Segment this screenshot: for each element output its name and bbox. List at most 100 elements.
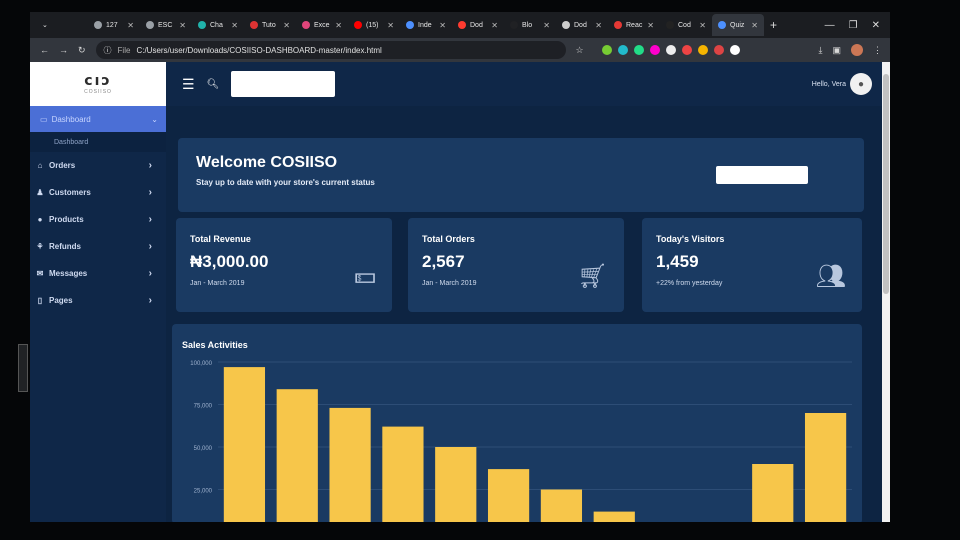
chart-bar[interactable] bbox=[752, 464, 794, 522]
browser-tab[interactable]: Cha ✕ bbox=[192, 14, 244, 36]
extension-icon[interactable] bbox=[633, 45, 644, 55]
browser-tab[interactable]: 127 ✕ bbox=[88, 14, 140, 36]
chart-bar[interactable] bbox=[329, 407, 371, 522]
browser-tab[interactable]: ESC ✕ bbox=[140, 14, 192, 36]
chart-bar[interactable] bbox=[223, 367, 266, 522]
profile-avatar[interactable] bbox=[851, 44, 863, 56]
extension-icon[interactable] bbox=[697, 45, 708, 55]
extension-icon[interactable] bbox=[713, 45, 724, 55]
browser-tab[interactable]: Inde ✕ bbox=[400, 14, 452, 36]
chevron-right-icon: › bbox=[148, 214, 152, 225]
minimize-icon[interactable]: — bbox=[825, 20, 835, 31]
sidebar-subitem-dashboard[interactable]: Dashboard bbox=[30, 132, 166, 152]
browser-tab[interactable]: Reac ✕ bbox=[608, 14, 660, 36]
chevron-right-icon: › bbox=[148, 241, 152, 252]
sidebar-item-customers[interactable]: ♟ Customers › bbox=[30, 179, 166, 206]
extension-icon[interactable] bbox=[665, 45, 676, 55]
url-text: C:/Users/user/Downloads/COSIISO-DASHBOAR… bbox=[136, 45, 382, 55]
browser-tab[interactable]: Dod ✕ bbox=[556, 14, 608, 36]
tab-close-icon[interactable]: ✕ bbox=[335, 21, 342, 30]
browser-tab[interactable]: Tuto ✕ bbox=[244, 14, 296, 36]
sidebar-item-dashboard[interactable]: ▭ Dashboard ⌄ bbox=[30, 106, 166, 132]
dashboard-icon: ▭ bbox=[40, 114, 48, 124]
tab-close-icon[interactable]: ✕ bbox=[387, 21, 394, 30]
browser-tab[interactable]: Blo ✕ bbox=[504, 14, 556, 36]
browser-tab[interactable]: Exce ✕ bbox=[296, 14, 348, 36]
hamburger-menu-icon[interactable]: ☰ bbox=[182, 76, 195, 93]
search-input[interactable] bbox=[231, 71, 336, 97]
logo[interactable]: cıɔ COSIISO bbox=[30, 62, 166, 106]
tab-close-icon[interactable]: ✕ bbox=[283, 21, 290, 30]
messages-icon: ✉ bbox=[36, 269, 44, 278]
tab-close-icon[interactable]: ✕ bbox=[699, 21, 706, 30]
browser-menu-icon[interactable]: ⋮ bbox=[873, 45, 890, 56]
chevron-down-icon: ⌄ bbox=[151, 114, 158, 124]
welcome-action-button[interactable] bbox=[716, 166, 808, 184]
dashboard-page: cıɔ COSIISO ▭ Dashboard ⌄ Dashboard ⌂ Ord… bbox=[30, 62, 882, 522]
chart-bar[interactable] bbox=[382, 426, 424, 522]
chart-bar[interactable] bbox=[276, 389, 318, 522]
tab-label: Blo bbox=[522, 21, 533, 29]
page-scrollbar[interactable] bbox=[882, 62, 890, 522]
download-icon[interactable]: ⤓ bbox=[819, 45, 823, 56]
tab-favicon-icon bbox=[250, 21, 258, 29]
sidepanel-icon[interactable]: ▣ bbox=[832, 45, 841, 56]
stat-label: Total Revenue bbox=[190, 234, 251, 244]
money-icon: 💵︎ bbox=[354, 262, 376, 289]
refunds-icon: ⚘ bbox=[36, 242, 44, 251]
avatar[interactable]: ● bbox=[850, 73, 872, 95]
scrollbar-thumb[interactable] bbox=[883, 74, 889, 294]
url-field[interactable]: ⓘ File C:/Users/user/Downloads/COSIISO-D… bbox=[95, 41, 566, 59]
tab-close-icon[interactable]: ✕ bbox=[439, 21, 446, 30]
tab-close-icon[interactable]: ✕ bbox=[543, 21, 550, 30]
tab-search-button[interactable]: ⌄ bbox=[36, 14, 88, 36]
browser-tab[interactable]: Dod ✕ bbox=[452, 14, 504, 36]
tab-close-icon[interactable]: ✕ bbox=[751, 21, 758, 30]
extension-icon[interactable] bbox=[601, 45, 612, 55]
sidebar-item-messages[interactable]: ✉ Messages › bbox=[30, 260, 166, 287]
tab-close-icon[interactable]: ✕ bbox=[231, 21, 238, 30]
chart-bar[interactable] bbox=[540, 489, 583, 523]
tab-favicon-icon bbox=[718, 21, 726, 29]
file-info-icon[interactable]: ⓘ bbox=[104, 45, 112, 56]
sidebar-item-pages[interactable]: ▯ Pages › bbox=[30, 287, 166, 314]
close-window-icon[interactable]: ✕ bbox=[872, 20, 880, 31]
chart-bar[interactable] bbox=[593, 511, 635, 522]
maximize-icon[interactable]: ❐ bbox=[849, 20, 858, 31]
tab-label: Exce bbox=[314, 21, 330, 29]
chart-bar[interactable] bbox=[487, 469, 530, 522]
browser-tab[interactable]: Cod ✕ bbox=[660, 14, 712, 36]
forward-icon[interactable]: → bbox=[59, 45, 68, 55]
extension-icon[interactable] bbox=[681, 45, 692, 55]
new-tab-button[interactable]: + bbox=[764, 18, 783, 32]
sidebar-item-label: Refunds bbox=[49, 242, 81, 251]
browser-address-bar: ← → ↻ ⓘ File C:/Users/user/Downloads/COS… bbox=[30, 38, 890, 62]
customers-icon: ♟ bbox=[36, 188, 44, 197]
sidebar-item-products[interactable]: ● Products › bbox=[30, 206, 166, 233]
tab-favicon-icon bbox=[458, 21, 466, 29]
browser-tab[interactable]: (15) ✕ bbox=[348, 14, 400, 36]
tab-close-icon[interactable]: ✕ bbox=[179, 21, 186, 30]
browser-tab[interactable]: Quiz ✕ bbox=[712, 14, 764, 36]
tab-favicon-icon bbox=[406, 21, 414, 29]
chart-bar[interactable] bbox=[804, 413, 847, 522]
tab-close-icon[interactable]: ✕ bbox=[595, 21, 602, 30]
tab-close-icon[interactable]: ✕ bbox=[491, 21, 498, 30]
tab-close-icon[interactable]: ✕ bbox=[647, 21, 654, 30]
search-icon[interactable]: 🔍︎ bbox=[207, 79, 220, 90]
sidebar-item-label: Customers bbox=[49, 188, 91, 197]
stat-value: ₦3,000.00 bbox=[190, 252, 269, 271]
extension-icon[interactable] bbox=[617, 45, 628, 55]
back-icon[interactable]: ← bbox=[40, 45, 49, 55]
sidebar-item-orders[interactable]: ⌂ Orders › bbox=[30, 152, 166, 179]
tab-close-icon[interactable]: ✕ bbox=[127, 21, 134, 30]
side-extension-tab[interactable] bbox=[18, 344, 28, 392]
sidebar-item-refunds[interactable]: ⚘ Refunds › bbox=[30, 233, 166, 260]
extension-icon[interactable] bbox=[649, 45, 660, 55]
user-menu[interactable]: Hello, Vera ● bbox=[812, 73, 872, 95]
tab-favicon-icon bbox=[354, 21, 362, 29]
chart-bar[interactable] bbox=[435, 447, 477, 522]
bookmark-star-icon[interactable]: ☆ bbox=[576, 45, 584, 56]
extension-icon[interactable] bbox=[729, 45, 740, 55]
reload-icon[interactable]: ↻ bbox=[78, 45, 86, 56]
